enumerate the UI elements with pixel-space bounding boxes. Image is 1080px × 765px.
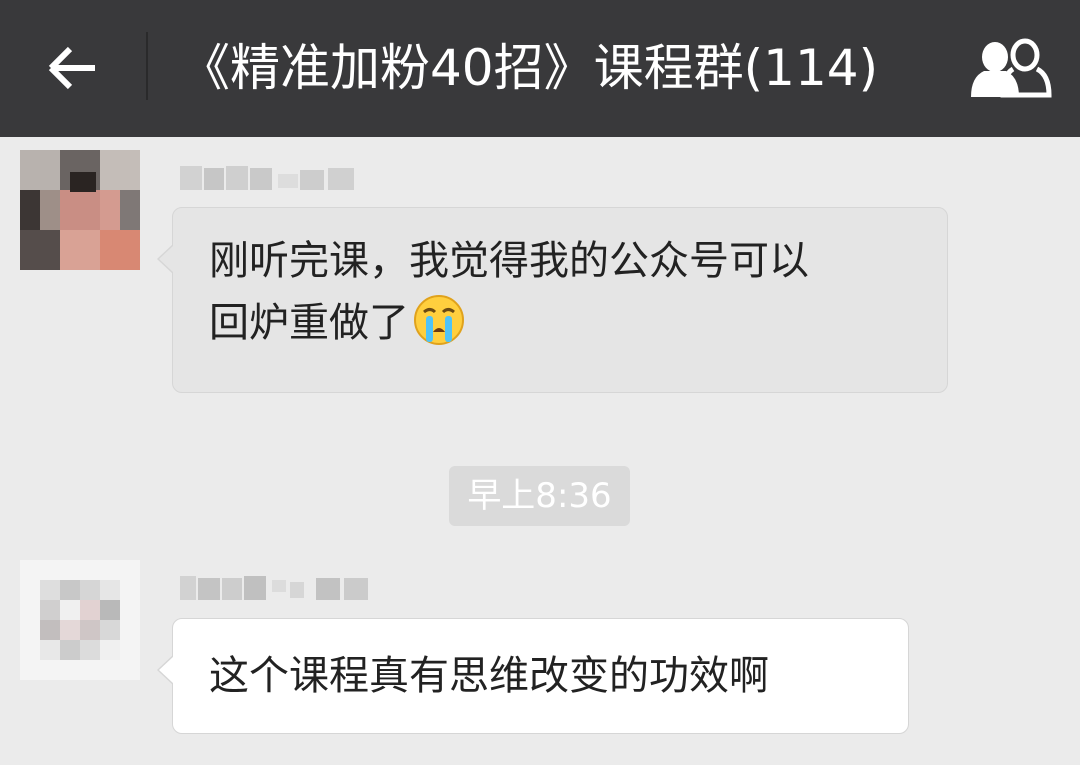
header-divider xyxy=(146,32,148,100)
message-text: 这个课程真有思维改变的功效啊 xyxy=(209,653,769,699)
bubble-tail xyxy=(157,244,174,274)
chat-title: 《精准加粉40招》课程群(114) xyxy=(180,39,879,97)
message-bubble[interactable]: 这个课程真有思维改变的功效啊 xyxy=(157,618,909,734)
group-members-icon xyxy=(971,38,1052,98)
sender-name-blurred xyxy=(178,160,418,196)
message-text: 回炉重做了 xyxy=(209,300,409,346)
avatar[interactable] xyxy=(20,150,140,270)
group-info-button[interactable] xyxy=(955,30,1065,106)
message-text-line: 刚听完课，我觉得我的公众号可以 xyxy=(209,238,809,284)
back-button[interactable] xyxy=(28,30,118,106)
avatar[interactable] xyxy=(20,560,140,680)
crying-face-emoji xyxy=(414,295,464,345)
arrow-left-icon xyxy=(48,46,95,90)
sender-name-blurred xyxy=(178,570,418,606)
message-bubble[interactable]: 刚听完课，我觉得我的公众号可以 回炉重做了 xyxy=(157,207,948,393)
timestamp: 早上8:36 xyxy=(449,466,630,526)
message-text-line: 回炉重做了 xyxy=(209,292,917,354)
bubble-tail xyxy=(157,655,174,685)
chat-header: 《精准加粉40招》课程群(114) xyxy=(0,0,1080,137)
